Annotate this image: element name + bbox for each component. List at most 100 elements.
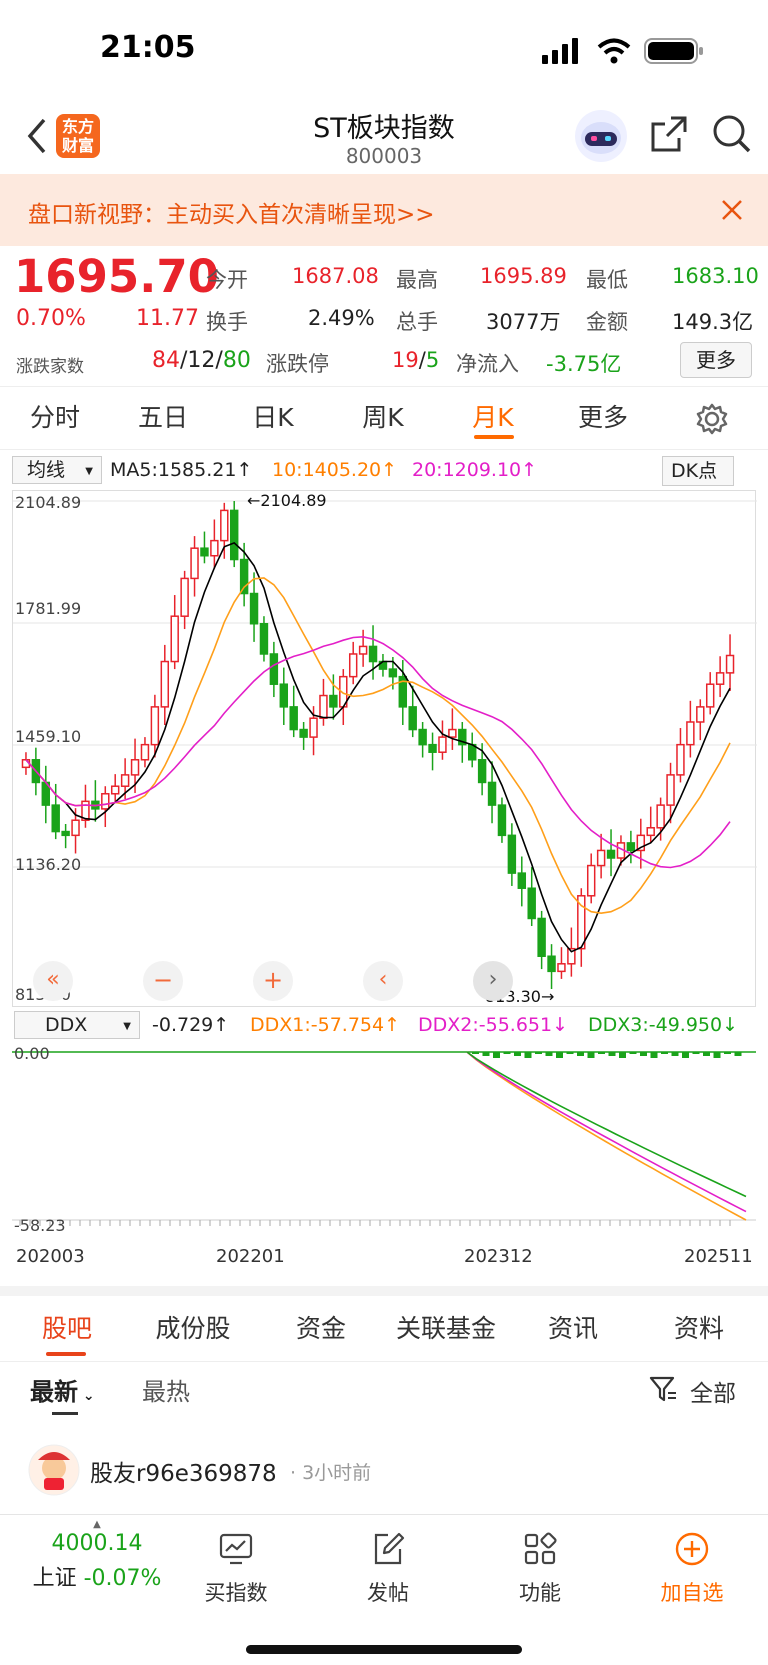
ma20-line xyxy=(25,635,731,869)
candle-body xyxy=(319,694,328,719)
candle-body xyxy=(220,509,229,542)
sh-index-change: -0.07% xyxy=(83,1566,162,1591)
ddx1-value: DDX1:-57.754↑ xyxy=(250,1014,401,1036)
functions-button[interactable]: 功能 xyxy=(480,1515,600,1607)
candle-body xyxy=(497,804,507,837)
app-logo[interactable]: 东方 财富 xyxy=(56,114,100,158)
banner-text[interactable]: 盘口新视野：主动买入首次清晰呈现>> xyxy=(28,195,435,229)
scroll-right-button[interactable]: › xyxy=(473,961,513,1001)
more-button[interactable]: 更多 xyxy=(680,342,752,378)
ddx-bar xyxy=(734,1052,742,1056)
ddx-selector[interactable]: DDX ▼ xyxy=(14,1011,140,1039)
zoom-out-button[interactable]: − xyxy=(143,961,183,1001)
ddx-bar xyxy=(503,1052,511,1054)
candle-body xyxy=(487,781,497,806)
candle-body xyxy=(299,728,308,738)
tab-news[interactable]: 资讯 xyxy=(528,1296,618,1362)
user-avatar[interactable] xyxy=(28,1444,80,1496)
x-tick-label: 202312 xyxy=(464,1246,533,1267)
tab-related-funds[interactable]: 关联基金 xyxy=(386,1296,506,1362)
candle-body xyxy=(705,683,715,708)
filter-all[interactable]: 全部 xyxy=(690,1374,736,1408)
candle-body xyxy=(51,804,60,833)
index-code: 800003 xyxy=(345,144,423,168)
dk-selector[interactable]: DK点 xyxy=(662,456,734,486)
candle-body xyxy=(586,864,596,897)
settings-icon[interactable] xyxy=(696,403,728,435)
tab-daily-k[interactable]: 日K xyxy=(232,387,314,449)
tab-weekly-k[interactable]: 周K xyxy=(342,387,424,449)
ddx-bar xyxy=(514,1052,521,1056)
ddx-bar xyxy=(472,1052,479,1054)
ddx-bar xyxy=(535,1052,542,1054)
candle-body xyxy=(388,668,398,678)
tab-profile[interactable]: 资料 xyxy=(654,1296,744,1362)
search-icon[interactable] xyxy=(712,114,752,154)
tab-monthly-k[interactable]: 月K xyxy=(452,387,534,449)
tab-funds[interactable]: 资金 xyxy=(276,1296,366,1362)
ddx-value: -0.729↑ xyxy=(152,1014,230,1036)
candle-body xyxy=(110,785,120,795)
low-value: 1683.10 xyxy=(672,264,759,288)
scroll-left-button[interactable]: ‹ xyxy=(363,961,403,1001)
post-username[interactable]: 股友r96e369878 xyxy=(90,1454,277,1488)
ddx-line xyxy=(466,1051,747,1198)
candle-body xyxy=(517,872,527,889)
fast-backward-button[interactable]: « xyxy=(33,961,73,1001)
bottom-toolbar: ▲ 4000.14 上证 -0.07% 买指数 发帖 功能 加自选 xyxy=(0,1514,768,1665)
volume-value: 3077万 xyxy=(486,310,561,334)
tab-five-day[interactable]: 五日 xyxy=(122,387,204,449)
candle-body xyxy=(101,793,110,810)
grid-icon xyxy=(524,1532,557,1565)
robot-assistant-icon[interactable] xyxy=(573,108,629,164)
close-icon[interactable] xyxy=(720,198,744,222)
sort-hottest[interactable]: 最热 xyxy=(142,1372,190,1407)
ddx-chart[interactable]: 0.00 -58.23 xyxy=(12,1044,756,1240)
limit-values: 19/5 xyxy=(392,348,440,372)
kline-svg xyxy=(13,500,757,989)
candle-body xyxy=(140,743,150,761)
candle-body xyxy=(656,804,665,829)
candle-body xyxy=(418,728,427,746)
sh-index-widget[interactable]: ▲ 4000.14 上证 -0.07% xyxy=(22,1519,172,1592)
add-watchlist-button[interactable]: 加自选 xyxy=(632,1515,752,1607)
sort-newest[interactable]: 最新 ⌄ xyxy=(30,1372,95,1407)
ddx-bar xyxy=(608,1052,616,1056)
share-icon[interactable] xyxy=(649,114,689,154)
ma5-line xyxy=(25,541,731,953)
ddx-bar xyxy=(493,1052,500,1058)
candle-body xyxy=(606,849,616,859)
zoom-in-button[interactable]: + xyxy=(253,961,293,1001)
ma20-value: 20:1209.10↑ xyxy=(412,459,538,481)
ddx-bar xyxy=(671,1052,679,1056)
battery-icon xyxy=(644,38,703,64)
promo-banner[interactable]: 盘口新视野：主动买入首次清晰呈现>> xyxy=(0,174,768,246)
wifi-icon xyxy=(597,38,631,64)
candle-body xyxy=(646,827,655,837)
x-tick-label: 202201 xyxy=(216,1246,285,1267)
ddx3-value: DDX3:-49.950↓ xyxy=(588,1014,739,1036)
status-bar: 21:05 xyxy=(0,0,768,100)
high-mark-label: ←2104.89 xyxy=(247,491,327,510)
sh-index-name: 上证 xyxy=(32,1566,77,1591)
high-value: 1695.89 xyxy=(480,264,567,288)
buy-index-button[interactable]: 买指数 xyxy=(176,1515,296,1607)
change-value: 11.77 xyxy=(136,306,199,331)
tab-intraday[interactable]: 分时 xyxy=(14,387,96,449)
filter-icon[interactable] xyxy=(648,1374,678,1404)
candle-body xyxy=(289,706,298,731)
candle-body xyxy=(696,706,705,723)
volume-label: 总手 xyxy=(396,310,438,334)
ddx-bar xyxy=(556,1052,563,1058)
edit-icon xyxy=(374,1532,405,1565)
back-icon[interactable] xyxy=(24,116,48,156)
post-item[interactable]: 股友r96e369878 · 3小时前 xyxy=(0,1438,768,1508)
tab-more[interactable]: 更多 xyxy=(562,387,644,449)
candle-body xyxy=(537,917,546,957)
candle-body xyxy=(408,706,417,731)
post-button[interactable]: 发帖 xyxy=(328,1515,448,1607)
ma-selector[interactable]: 均线 ▼ xyxy=(12,456,102,484)
tab-constituents[interactable]: 成份股 xyxy=(148,1296,238,1362)
chart-controls: « − + ‹ › xyxy=(33,961,593,1001)
kline-chart[interactable]: 2104.89 1781.99 1459.10 1136.20 813.30 ←… xyxy=(12,490,757,1007)
